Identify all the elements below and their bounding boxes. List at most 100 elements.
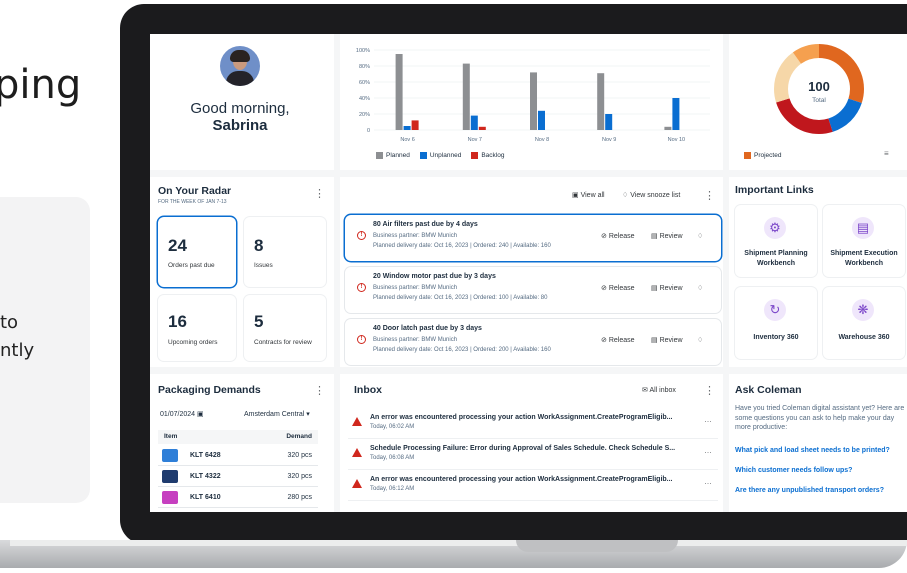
warning-icon bbox=[352, 448, 362, 457]
table-row[interactable]: KLT 6428 320 pcs bbox=[158, 446, 318, 466]
all-inbox-link[interactable]: ✉ All inbox bbox=[642, 386, 676, 394]
location-select[interactable]: Amsterdam Central ▾ bbox=[244, 410, 310, 418]
x-tick-label: Nov 7 bbox=[468, 137, 482, 143]
date-picker[interactable]: 01/07/2024 ▣ bbox=[160, 410, 204, 418]
mail-icon: ✉ bbox=[642, 387, 648, 394]
bar-unplanned bbox=[470, 115, 478, 130]
legend-planned: Planned bbox=[376, 152, 410, 159]
link-shipment-planning[interactable]: ⚙ Shipment Planning Workbench bbox=[735, 205, 817, 277]
cycle-icon: ↻ bbox=[764, 299, 786, 321]
greeting-card: Good morning, Sabrina bbox=[150, 34, 334, 170]
chart-legend: Planned Unplanned Backlog bbox=[376, 152, 504, 159]
bar-planned bbox=[530, 72, 537, 130]
overdue-icon: ! bbox=[357, 231, 366, 240]
release-label: Release bbox=[608, 233, 635, 240]
donut-legend: Projected bbox=[744, 152, 781, 159]
snooze-icon[interactable]: ♢ bbox=[697, 336, 703, 344]
tile-issues[interactable]: 8 Issues bbox=[244, 217, 326, 287]
release-button[interactable]: ⊘ Release bbox=[601, 284, 635, 292]
inbox-title: Inbox bbox=[354, 384, 382, 396]
link-label: Warehouse 360 bbox=[838, 334, 890, 341]
review-button[interactable]: ▤ Review bbox=[651, 336, 683, 344]
radar-title: On Your Radar bbox=[158, 185, 232, 197]
release-button[interactable]: ⊘ Release bbox=[601, 336, 635, 344]
item-name: KLT 6410 bbox=[190, 494, 221, 501]
laptop-notch bbox=[516, 540, 678, 552]
inbox-item[interactable]: Schedule Processing Failure: Error durin… bbox=[348, 441, 718, 470]
alert-details: Planned delivery date: Oct 16, 2023 | Or… bbox=[373, 347, 551, 353]
view-all-label: View all bbox=[580, 192, 605, 199]
item-demand: 320 pcs bbox=[287, 452, 312, 459]
ask-coleman-title: Ask Coleman bbox=[735, 384, 802, 396]
avatar[interactable] bbox=[220, 46, 260, 86]
bar-planned bbox=[597, 73, 605, 130]
snooze-icon[interactable]: ♢ bbox=[697, 284, 703, 292]
review-button[interactable]: ▤ Review bbox=[651, 284, 683, 292]
warning-icon bbox=[352, 479, 362, 488]
more-icon[interactable]: ⋮ bbox=[314, 187, 325, 200]
feature-text-line: to bbox=[0, 312, 19, 333]
link-warehouse-360[interactable]: ❋ Warehouse 360 bbox=[823, 287, 905, 359]
alert-details: Planned delivery date: Oct 16, 2023 | Or… bbox=[373, 295, 548, 301]
table-row[interactable]: KLT 6410 280 pcs bbox=[158, 488, 318, 508]
item-name: KLT 4322 bbox=[190, 473, 221, 480]
link-shipment-execution[interactable]: ▤ Shipment Execution Workbench bbox=[823, 205, 905, 277]
link-label: Shipment Planning bbox=[744, 250, 808, 257]
gear-icon: ⚙ bbox=[764, 217, 786, 239]
important-links-title: Important Links bbox=[735, 184, 814, 196]
x-tick-label: Nov 10 bbox=[668, 137, 685, 143]
link-label: Shipment Execution bbox=[830, 250, 898, 257]
inbox-item[interactable]: An error was encountered processing your… bbox=[348, 410, 718, 439]
more-icon[interactable]: … bbox=[704, 415, 712, 424]
tile-contracts-review[interactable]: 5 Contracts for review bbox=[244, 295, 326, 361]
alert-item[interactable]: ! 20 Window motor past due by 3 days Bus… bbox=[345, 267, 721, 313]
bell-icon: ♢ bbox=[622, 192, 629, 199]
link-label: Inventory 360 bbox=[753, 334, 799, 341]
more-icon[interactable]: … bbox=[704, 477, 712, 486]
legend-backlog: Backlog bbox=[471, 152, 504, 159]
container-thumbnail bbox=[162, 491, 178, 504]
suggested-question[interactable]: Which customer needs follow ups? bbox=[735, 467, 852, 474]
tile-number: 24 bbox=[168, 236, 187, 255]
snooze-icon[interactable]: ♢ bbox=[697, 232, 703, 240]
review-label: Review bbox=[659, 285, 683, 292]
table-row[interactable]: KLT 4322 320 pcs bbox=[158, 467, 318, 487]
suggested-question[interactable]: What pick and load sheet needs to be pri… bbox=[735, 447, 890, 454]
y-tick-label: 60% bbox=[359, 80, 370, 86]
release-button[interactable]: ⊘ Release bbox=[601, 232, 635, 240]
view-all-link[interactable]: ▣ View all bbox=[572, 191, 605, 199]
alert-item[interactable]: ! 40 Door latch past due by 3 days Busin… bbox=[345, 319, 721, 365]
more-icon[interactable]: ⋮ bbox=[314, 384, 325, 397]
view-snooze-link[interactable]: ♢ View snooze list bbox=[622, 191, 680, 199]
release-label: Release bbox=[608, 337, 635, 344]
tile-orders-past-due[interactable]: 24 Orders past due bbox=[158, 217, 236, 287]
alerts-card: ▣ View all ♢ View snooze list ⋮ ! 80 Air… bbox=[340, 177, 723, 367]
tile-upcoming-orders[interactable]: 16 Upcoming orders bbox=[158, 295, 236, 361]
alert-title: 20 Window motor past due by 3 days bbox=[373, 273, 496, 280]
legend-projected: Projected bbox=[744, 152, 781, 159]
tile-label: Issues bbox=[254, 262, 273, 269]
legend-swatch-backlog bbox=[471, 152, 479, 159]
container-thumbnail bbox=[162, 449, 178, 462]
donut-total-value: 100 bbox=[808, 79, 830, 94]
inbox-item[interactable]: An error was encountered processing your… bbox=[348, 472, 718, 501]
review-button[interactable]: ▤ Review bbox=[651, 232, 683, 240]
inbox-item-time: Today, 06:08 AM bbox=[370, 455, 415, 461]
link-inventory-360[interactable]: ↻ Inventory 360 bbox=[735, 287, 817, 359]
alert-item[interactable]: ! 80 Air filters past due by 4 days Busi… bbox=[345, 215, 721, 261]
review-label: Review bbox=[659, 233, 683, 240]
alert-partner: Business partner: BMW Munich bbox=[373, 285, 458, 291]
item-demand: 320 pcs bbox=[287, 473, 312, 480]
alert-title: 40 Door latch past due by 3 days bbox=[373, 325, 482, 332]
radar-card: On Your Radar FOR THE WEEK OF JAN 7-13 ⋮… bbox=[150, 177, 334, 367]
suggested-question[interactable]: Are there any unpublished transport orde… bbox=[735, 487, 884, 494]
inbox-card: Inbox ✉ All inbox ⋮ An error was encount… bbox=[340, 374, 723, 512]
view-snooze-label: View snooze list bbox=[630, 192, 681, 199]
more-icon[interactable]: ⋮ bbox=[704, 384, 715, 397]
settings-icon[interactable]: ≡ bbox=[884, 149, 889, 158]
review-label: Review bbox=[659, 337, 683, 344]
marketing-scene: ping to ntly Good morning, Sabrina 100% 8… bbox=[0, 0, 907, 573]
bar-backlog bbox=[478, 126, 486, 130]
more-icon[interactable]: ⋮ bbox=[704, 189, 715, 202]
more-icon[interactable]: … bbox=[704, 446, 712, 455]
